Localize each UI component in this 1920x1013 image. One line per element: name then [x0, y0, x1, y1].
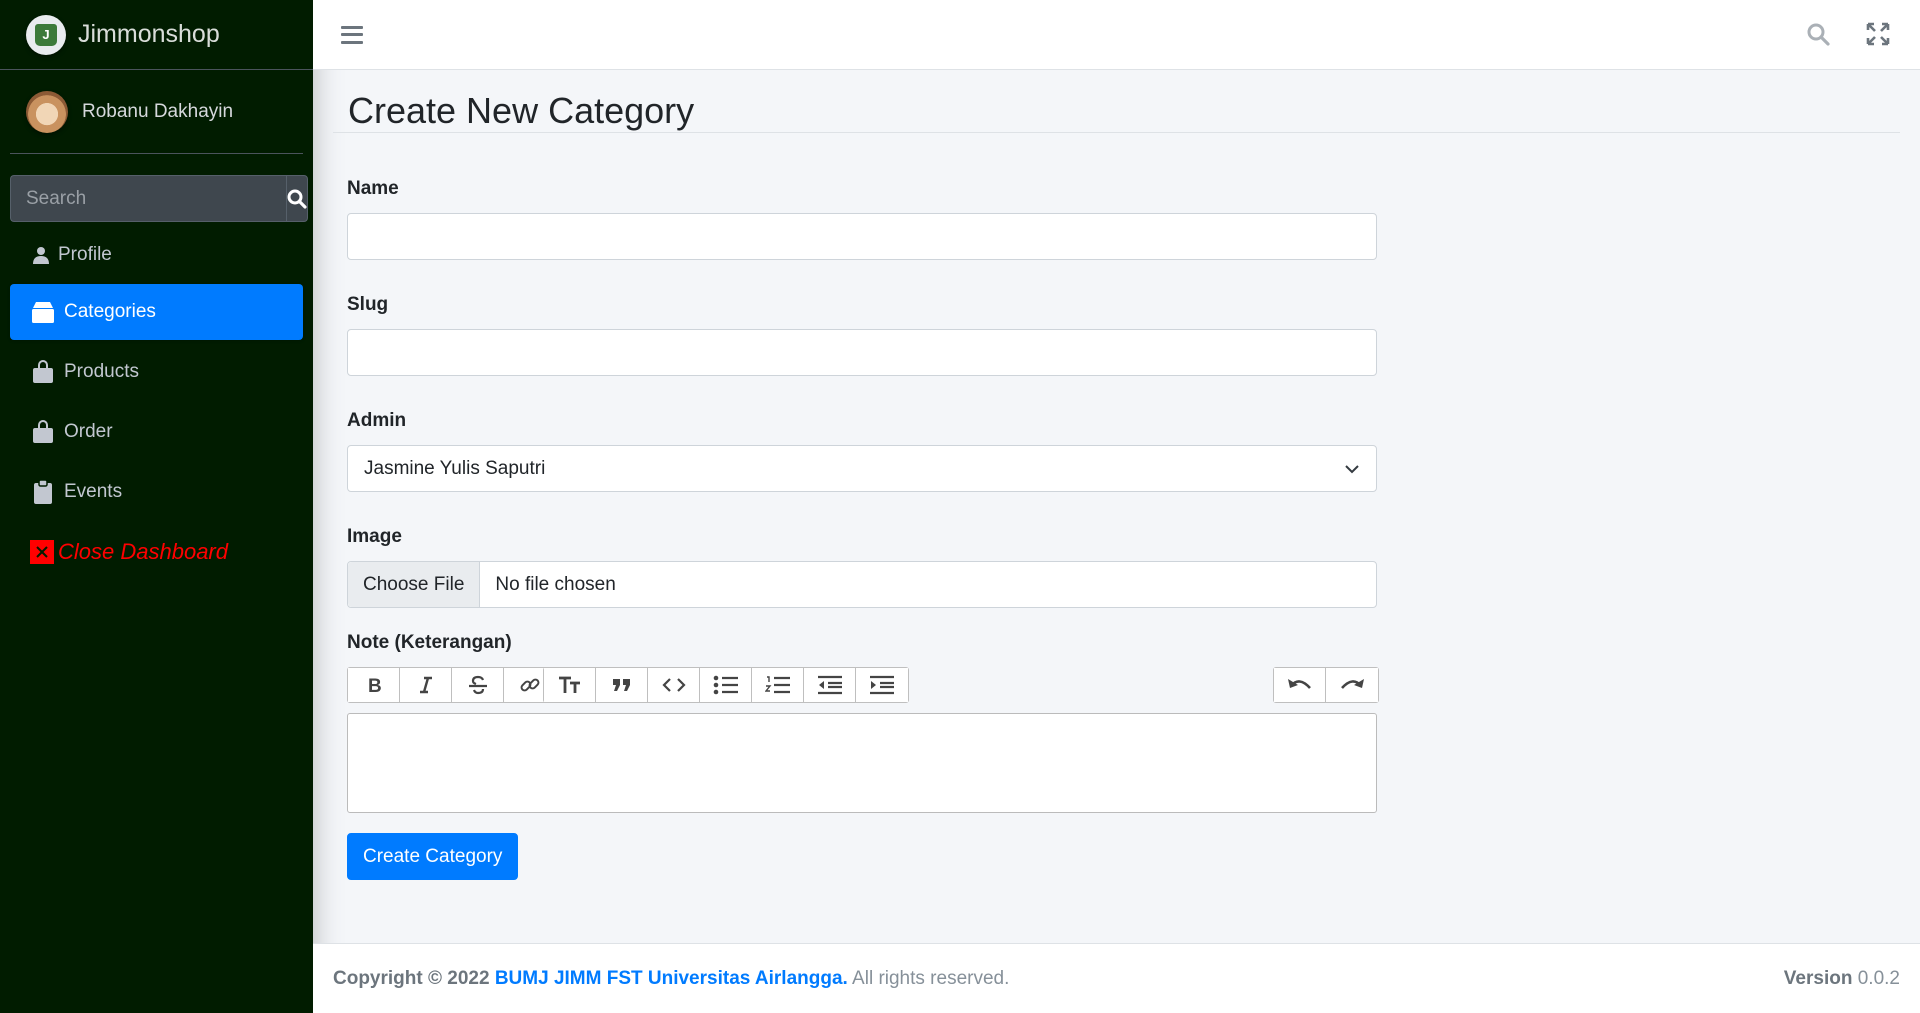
create-category-form: Name Slug Admin Jasmine Yulis Saputri Im… — [347, 178, 1379, 880]
italic-button[interactable] — [400, 668, 452, 702]
note-label: Note (Keterangan) — [347, 632, 512, 653]
heading-icon — [558, 676, 580, 693]
sidebar: J Jimmonshop Robanu Dakhayin Profile Cat… — [0, 0, 313, 1013]
image-file-input[interactable]: Choose File No file chosen — [347, 561, 1377, 608]
bullet-list-button[interactable] — [700, 668, 752, 702]
sidebar-item-events[interactable]: Events — [10, 464, 303, 520]
note-editor[interactable] — [347, 713, 1377, 813]
file-status: No file chosen — [495, 573, 616, 595]
footer-copyright: Copyright © 2022 BUMJ JIMM FST Universit… — [333, 968, 1009, 990]
history-group — [1273, 667, 1379, 703]
search-button[interactable] — [286, 175, 308, 222]
sidebar-item-profile[interactable]: Profile — [10, 230, 303, 280]
sidebar-item-products[interactable]: Products — [10, 344, 303, 400]
slug-input[interactable] — [347, 329, 1377, 376]
brand-link[interactable]: J Jimmonshop — [0, 0, 313, 70]
footer-version: Version 0.0.2 — [1784, 968, 1900, 990]
top-navbar — [313, 0, 1920, 70]
sidebar-item-label: Order — [64, 421, 113, 442]
outdent-button[interactable] — [804, 668, 856, 702]
sidebar-search — [10, 175, 308, 222]
create-category-button[interactable]: Create Category — [347, 833, 519, 880]
search-icon[interactable] — [1806, 22, 1830, 46]
quote-button[interactable] — [596, 668, 648, 702]
undo-icon — [1287, 679, 1311, 689]
box-icon — [30, 299, 56, 325]
admin-selected-value: Jasmine Yulis Saputri — [364, 457, 546, 479]
search-input[interactable] — [10, 175, 286, 222]
indent-icon — [870, 675, 894, 695]
brand-name: Jimmonshop — [78, 20, 220, 48]
code-icon — [661, 678, 686, 692]
strikethrough-icon — [468, 675, 487, 695]
sidebar-item-categories[interactable]: Categories — [10, 284, 303, 340]
page-title: Create New Category — [348, 90, 695, 131]
quote-icon — [612, 679, 630, 691]
user-panel[interactable]: Robanu Dakhayin — [10, 70, 303, 154]
strikethrough-button[interactable] — [452, 668, 504, 702]
undo-button[interactable] — [1274, 668, 1326, 702]
version-label: Version — [1783, 967, 1853, 989]
italic-icon — [419, 676, 432, 694]
block-format-group — [543, 667, 909, 703]
admin-label: Admin — [347, 410, 407, 431]
user-icon — [32, 242, 50, 268]
choose-file-button[interactable]: Choose File — [348, 562, 481, 607]
code-button[interactable] — [648, 668, 700, 702]
menu-toggle-icon[interactable] — [341, 25, 363, 44]
chevron-down-icon — [1345, 464, 1359, 473]
editor-toolbar: B — [347, 667, 1379, 703]
name-label: Name — [347, 178, 399, 199]
sidebar-item-label: Profile — [58, 244, 112, 265]
navbar-right — [1806, 22, 1890, 46]
sidebar-item-label: Close Dashboard — [58, 539, 228, 564]
copyright-text: Copyright © 2022 — [333, 967, 490, 989]
footer: Copyright © 2022 BUMJ JIMM FST Universit… — [313, 943, 1920, 1013]
redo-button[interactable] — [1326, 668, 1378, 702]
admin-select[interactable]: Jasmine Yulis Saputri — [347, 445, 1377, 492]
brand-logo-icon: J — [26, 14, 66, 55]
search-icon — [287, 189, 307, 209]
title-divider — [333, 132, 1900, 133]
rights-text: All rights reserved. — [852, 967, 1010, 989]
image-label: Image — [347, 526, 402, 547]
numbered-list-button[interactable] — [752, 668, 804, 702]
version-number: 0.0.2 — [1857, 967, 1900, 989]
indent-button[interactable] — [856, 668, 908, 702]
name-input[interactable] — [347, 213, 1377, 260]
shopping-bag-icon — [30, 419, 56, 445]
numbered-list-icon — [764, 676, 790, 694]
sidebar-item-label: Products — [64, 361, 139, 382]
text-format-group: B — [347, 667, 557, 703]
sidebar-nav: Profile Categories Products Order Events — [10, 230, 303, 584]
sidebar-item-close-dashboard[interactable]: Close Dashboard — [10, 524, 303, 580]
outdent-icon — [817, 675, 842, 695]
main-content: Create New Category Name Slug Admin Jasm… — [313, 70, 1920, 943]
footer-org-link[interactable]: BUMJ JIMM FST Universitas Airlangga. — [495, 968, 848, 989]
close-icon — [30, 540, 54, 564]
clipboard-icon — [30, 479, 56, 505]
svg-text:B: B — [368, 676, 382, 695]
sidebar-item-label: Categories — [64, 301, 156, 322]
bold-icon: B — [368, 676, 382, 695]
fullscreen-icon[interactable] — [1866, 22, 1890, 46]
user-name[interactable]: Robanu Dakhayin — [82, 101, 233, 123]
slug-label: Slug — [347, 294, 389, 315]
heading-button[interactable] — [544, 668, 596, 702]
bold-button[interactable]: B — [348, 668, 400, 702]
sidebar-item-order[interactable]: Order — [10, 404, 303, 460]
bullet-list-icon — [713, 675, 738, 695]
link-icon — [520, 678, 540, 692]
redo-icon — [1341, 679, 1364, 689]
avatar — [26, 90, 68, 133]
shopping-bag-icon — [30, 359, 56, 385]
sidebar-item-label: Events — [64, 481, 123, 502]
